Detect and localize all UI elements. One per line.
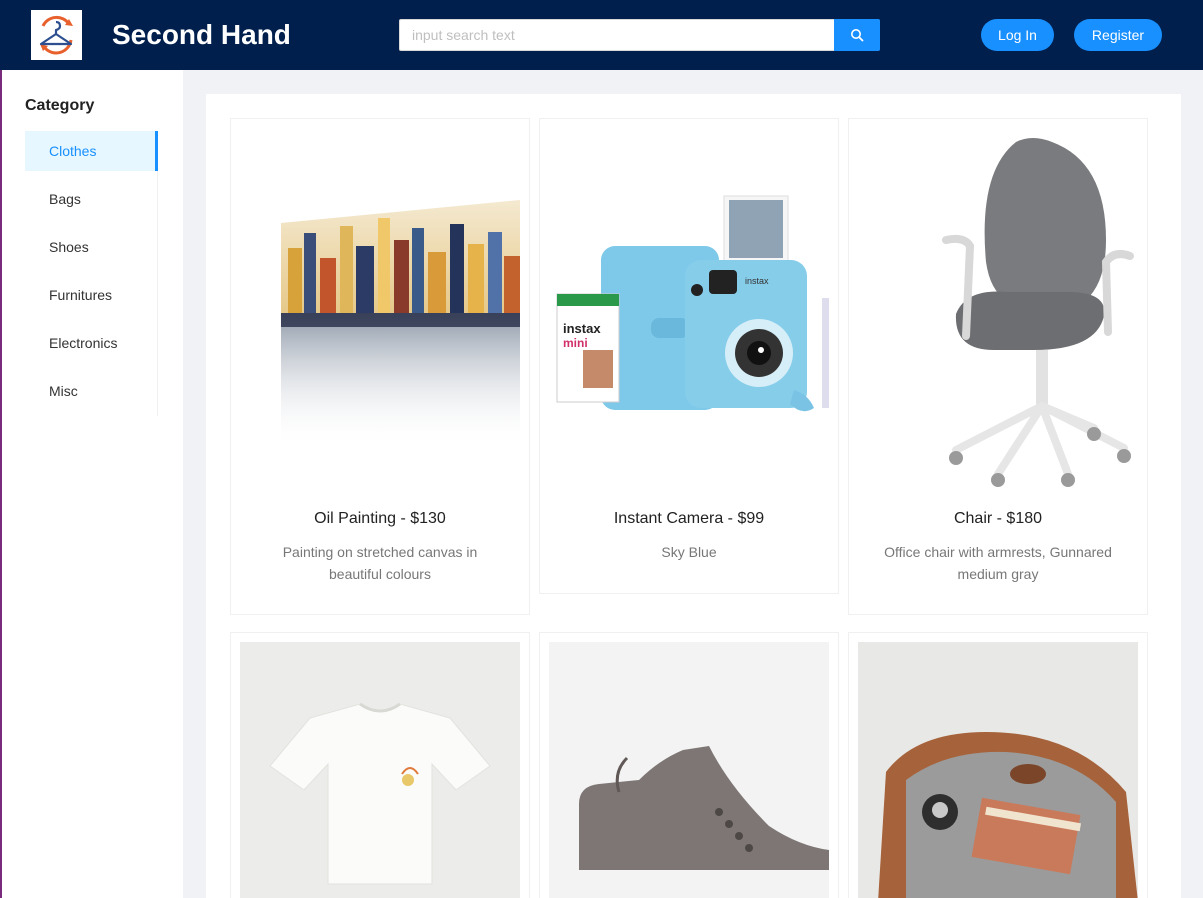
sidebar-item-furnitures[interactable]: Furnitures xyxy=(25,275,157,315)
hanger-recycle-icon xyxy=(39,15,73,55)
product-description: Painting on stretched canvas in beautifu… xyxy=(282,544,478,582)
register-button[interactable]: Register xyxy=(1074,19,1162,51)
search-bar xyxy=(399,19,880,51)
search-button[interactable] xyxy=(834,19,880,51)
product-title: Oil Painting - $130 xyxy=(314,510,446,527)
product-grid: Oil Painting - $130 Painting on stretche… xyxy=(206,94,1181,898)
sidebar-item-bags[interactable]: Bags xyxy=(25,179,157,219)
top-navbar: Second Hand Log In Register xyxy=(0,0,1203,70)
product-card[interactable] xyxy=(539,632,839,898)
category-heading: Category xyxy=(25,97,95,114)
logo[interactable] xyxy=(31,10,82,60)
sidebar-item-clothes[interactable]: Clothes xyxy=(25,131,158,171)
product-title: Chair - $180 xyxy=(953,510,1043,527)
sidebar-item-misc[interactable]: Misc xyxy=(25,371,157,411)
category-menu: Clothes Bags Shoes Furnitures Electronic… xyxy=(25,131,158,416)
office-chair-image xyxy=(942,138,1134,487)
leather-bag-image xyxy=(858,642,1138,898)
login-button[interactable]: Log In xyxy=(981,19,1054,51)
product-description: Office chair with armrests, Gunnared med… xyxy=(884,544,1112,582)
svg-text:instax: instax xyxy=(563,321,601,336)
product-description: Sky Blue xyxy=(661,544,717,560)
brand-title: Second Hand xyxy=(112,19,291,50)
gray-boot-image xyxy=(549,642,829,898)
sidebar-item-electronics[interactable]: Electronics xyxy=(25,323,157,363)
instant-camera-image: instax mini instax xyxy=(556,195,829,412)
product-card[interactable]: instax mini instax Instant Camera - $99 … xyxy=(539,118,839,594)
product-title: Instant Camera - $99 xyxy=(613,510,765,527)
svg-text:instax: instax xyxy=(745,276,769,286)
product-card[interactable] xyxy=(230,632,530,898)
sidebar-item-shoes[interactable]: Shoes xyxy=(25,227,157,267)
svg-text:mini: mini xyxy=(563,336,588,350)
product-card[interactable]: Oil Painting - $130 Painting on stretche… xyxy=(230,118,530,615)
search-icon xyxy=(851,29,864,42)
product-card[interactable]: Chair - $180 Office chair with armrests,… xyxy=(848,118,1148,615)
search-input[interactable] xyxy=(399,19,834,51)
category-sidebar: Category Clothes Bags Shoes Furnitures E… xyxy=(2,70,183,898)
product-card[interactable] xyxy=(848,632,1148,898)
oil-painting-image xyxy=(281,200,520,448)
white-tshirt-image xyxy=(240,642,520,898)
